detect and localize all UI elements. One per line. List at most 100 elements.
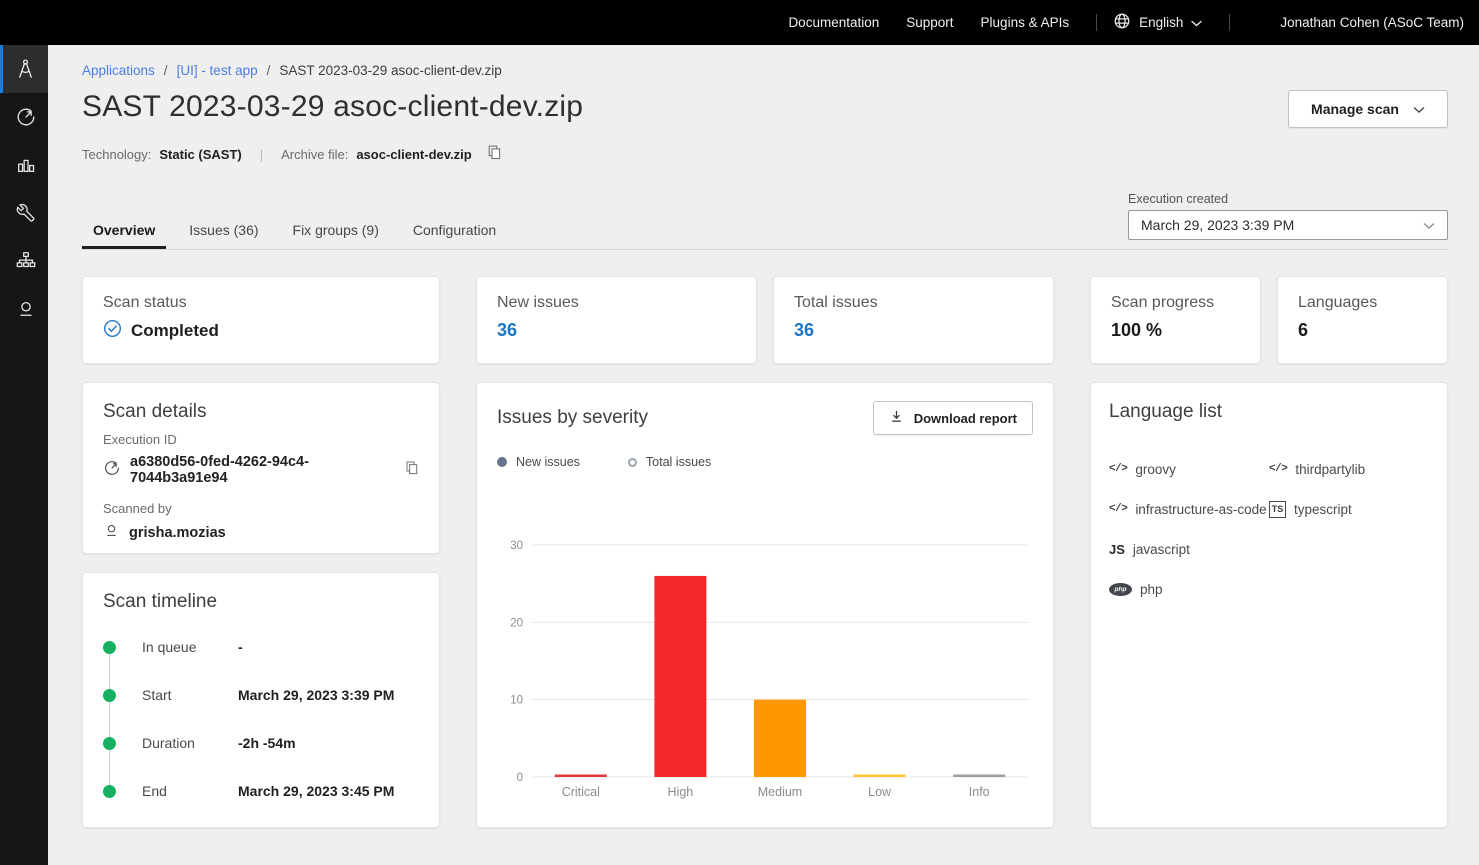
scan-timeline-title: Scan timeline: [103, 591, 419, 613]
sidebar-item-applications[interactable]: [0, 45, 48, 93]
execution-id-label: Execution ID: [103, 432, 419, 447]
svg-text:Low: Low: [868, 785, 892, 799]
breadcrumb-separator: /: [267, 63, 271, 78]
timeline-event-label: End: [142, 783, 238, 799]
copy-icon[interactable]: [404, 460, 419, 480]
total-issues-value[interactable]: 36: [794, 320, 1033, 341]
new-issues-label: New issues: [497, 294, 736, 312]
download-icon: [889, 409, 904, 427]
user-menu[interactable]: Jonathan Cohen (ASoC Team): [1280, 15, 1464, 30]
execution-created-select[interactable]: March 29, 2023 3:39 PM: [1128, 210, 1448, 240]
scan-meta: Technology: Static (SAST) | Archive file…: [82, 144, 1448, 164]
tab-overview[interactable]: Overview: [82, 210, 166, 249]
execution-created-value: March 29, 2023 3:39 PM: [1141, 217, 1294, 233]
execution-created-label: Execution created: [1128, 192, 1448, 206]
timeline-event-in-queue: In queue -: [103, 623, 419, 671]
topbar-divider: [1096, 14, 1097, 31]
code-icon: </>: [1269, 463, 1287, 475]
timeline-event-value: March 29, 2023 3:39 PM: [238, 687, 394, 703]
execution-id-value: a6380d56-0fed-4262-94c4-7044b3a91e94: [130, 454, 389, 486]
copy-icon[interactable]: [486, 144, 502, 164]
timeline-dot: [103, 689, 116, 702]
scan-progress-label: Scan progress: [1111, 294, 1240, 312]
org-chart-icon: [15, 250, 37, 272]
chart-legend: New issues Total issues: [497, 455, 1033, 469]
topbar-link-plugins-apis[interactable]: Plugins & APIs: [981, 15, 1070, 30]
archive-file-value: asoc-client-dev.zip: [356, 147, 471, 162]
sidebar-item-tools[interactable]: [0, 189, 48, 237]
svg-text:30: 30: [510, 540, 523, 552]
issues-by-severity-card: Issues by severity Download report New i…: [476, 382, 1054, 828]
main-content: Applications / [UI] - test app / SAST 20…: [48, 45, 1479, 865]
new-issues-card: New issues 36: [476, 276, 757, 364]
sidebar-item-organization[interactable]: [0, 237, 48, 285]
svg-text:High: High: [668, 785, 694, 799]
download-report-button[interactable]: Download report: [873, 401, 1033, 435]
scanned-by-label: Scanned by: [103, 501, 419, 516]
compass-icon: [14, 58, 37, 81]
total-issues-card: Total issues 36: [773, 276, 1054, 364]
person-icon: [15, 298, 37, 320]
meta-divider: |: [260, 147, 263, 162]
execution-created: Execution created March 29, 2023 3:39 PM: [1128, 192, 1448, 240]
breadcrumb-app[interactable]: [UI] - test app: [177, 63, 258, 78]
language-item-label: typescript: [1294, 502, 1352, 517]
tab-fix-groups[interactable]: Fix groups (9): [282, 210, 390, 249]
person-icon: [103, 522, 120, 543]
svg-text:20: 20: [510, 617, 523, 629]
scan-status-card: Scan status Completed: [82, 276, 440, 364]
language-item-label: javascript: [1133, 542, 1190, 557]
legend-total-issues[interactable]: Total issues: [628, 455, 711, 469]
timeline-event-label: Duration: [142, 735, 238, 751]
timeline: In queue - Start March 29, 2023 3:39 PM …: [103, 623, 419, 815]
languages-label: Languages: [1298, 294, 1427, 312]
scan-status-value: Completed: [131, 321, 219, 341]
svg-text:Critical: Critical: [562, 785, 600, 799]
javascript-icon: JS: [1109, 542, 1125, 557]
tab-bar: Overview Issues (36) Fix groups (9) Conf…: [82, 210, 1448, 250]
scan-details-title: Scan details: [103, 401, 419, 423]
topbar-link-documentation[interactable]: Documentation: [788, 15, 879, 30]
language-item-typescript: TS typescript: [1269, 501, 1429, 518]
download-report-label: Download report: [914, 411, 1017, 426]
legend-dot-ring: [628, 458, 637, 467]
php-icon: php: [1109, 583, 1132, 596]
scan-details-card: Scan details Execution ID a6380d56-0fed-…: [82, 382, 440, 554]
globe-icon: [1113, 12, 1131, 33]
timeline-dot: [103, 785, 116, 798]
manage-scan-button[interactable]: Manage scan: [1288, 90, 1448, 128]
sidebar-item-profile[interactable]: [0, 285, 48, 333]
timeline-event-start: Start March 29, 2023 3:39 PM: [103, 671, 419, 719]
language-item-label: groovy: [1135, 462, 1176, 477]
total-issues-label: Total issues: [794, 294, 1033, 312]
timeline-event-value: -: [238, 639, 243, 655]
issues-by-severity-chart: 0102030CriticalHighMediumLowInfo: [497, 487, 1035, 801]
svg-text:0: 0: [517, 772, 523, 784]
breadcrumb-applications[interactable]: Applications: [82, 63, 155, 78]
bar-chart-icon: [15, 154, 37, 176]
language-item-label: infrastructure-as-code: [1135, 502, 1266, 517]
language-selector[interactable]: English: [1113, 12, 1202, 33]
legend-dot-filled: [497, 457, 507, 467]
technology-label: Technology:: [82, 147, 151, 162]
tab-configuration[interactable]: Configuration: [402, 210, 507, 249]
topbar-link-support[interactable]: Support: [906, 15, 953, 30]
timeline-event-value: March 29, 2023 3:45 PM: [238, 783, 394, 799]
breadcrumb-current: SAST 2023-03-29 asoc-client-dev.zip: [279, 63, 501, 78]
topbar-divider: [1229, 14, 1230, 31]
sidebar-item-reports[interactable]: [0, 141, 48, 189]
code-icon: </>: [1109, 463, 1127, 475]
new-issues-value[interactable]: 36: [497, 320, 736, 341]
legend-label: Total issues: [646, 455, 711, 469]
scan-progress-value: 100 %: [1111, 320, 1240, 341]
legend-new-issues[interactable]: New issues: [497, 455, 580, 469]
tab-issues[interactable]: Issues (36): [178, 210, 269, 249]
sidebar-item-scans[interactable]: [0, 93, 48, 141]
language-item-label: php: [1140, 582, 1163, 597]
breadcrumb: Applications / [UI] - test app / SAST 20…: [82, 63, 1448, 78]
languages-value: 6: [1298, 320, 1427, 341]
svg-text:Info: Info: [969, 785, 990, 799]
wrench-icon: [16, 203, 36, 223]
top-bar: Documentation Support Plugins & APIs Eng…: [0, 0, 1479, 45]
legend-label: New issues: [516, 455, 580, 469]
